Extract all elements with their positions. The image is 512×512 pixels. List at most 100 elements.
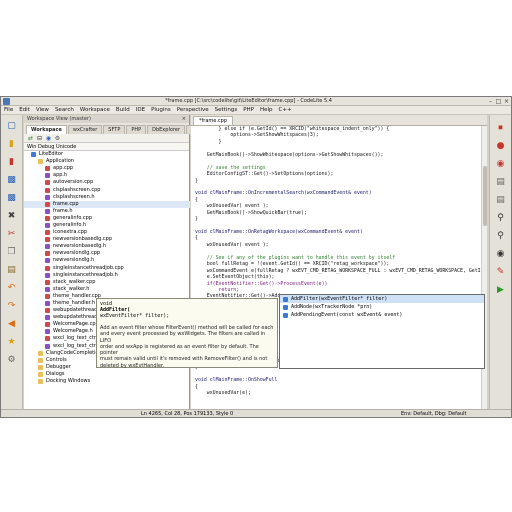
file-icon [45,166,50,172]
method-icon [283,296,288,302]
tree-item-label: clsplashscreen.h [53,193,95,200]
run-icon[interactable]: ▶ [494,283,508,297]
pane-close-icon[interactable]: × [182,115,186,123]
tree-item-label: Application [46,158,74,165]
right-toolbar: ⏹ ● ◉ ▤ ▤ ⚲ ⚲ ◉ ✎ ▶ [489,115,511,409]
tree-item[interactable]: singleinstancethreadjob.h [24,272,190,279]
copy-icon[interactable]: ❐ [5,245,19,259]
open-folder-icon[interactable]: ▮ [5,137,19,151]
tree-item-label: frame.cpp [53,200,79,207]
tree-item[interactable]: app.h [24,172,190,179]
settings-icon[interactable]: ⚙ [5,353,19,367]
menu-item-settings[interactable]: Settings [215,107,238,113]
menu-item-build[interactable]: Build [116,107,130,113]
binoculars-icon[interactable]: ◉ [494,247,508,261]
tree-item[interactable]: generalinfo.h [24,222,190,229]
tooltip-doc-line: and every event processed by wxWidgets. … [100,331,266,344]
bookmark-icon[interactable]: ★ [5,335,19,349]
cut-icon[interactable]: ✂ [5,227,19,241]
file-icon [45,322,50,328]
left-toolbar: ▢ ▮ ▮ ▩ ▩ ✖ ✂ ❐ ▤ ↶ ↷ ◀ ★ ⚙ [1,115,23,409]
highlight-icon[interactable]: ✎ [494,265,508,279]
tree-item[interactable]: newversiondlg.h [24,257,190,264]
autocomplete-item[interactable]: AddPendingEvent(const wxEvent& event) [280,311,484,319]
close-icon[interactable]: × [503,98,510,105]
tree-item[interactable]: singleinstancethreadjob.cpp [24,265,190,272]
menu-item-ide[interactable]: IDE [136,107,145,113]
method-icon [283,304,288,310]
build-icon[interactable]: ▤ [494,175,508,189]
link-editor-icon[interactable]: ⇄ [27,135,34,142]
autocomplete-item[interactable]: AddNode(wxTrackerNode *prn) [280,303,484,311]
tab-workspace[interactable]: Workspace [26,125,67,134]
redo-icon[interactable]: ↷ [5,299,19,313]
tree-item[interactable]: stack_walker.cpp [24,279,190,286]
tree-item[interactable]: frame.h [24,208,190,215]
collapse-icon[interactable]: ⊟ [36,135,43,142]
new-file-icon[interactable]: ▢ [5,119,19,133]
tab-frame-cpp[interactable]: *frame.cpp [193,116,234,125]
tab-wxcrafter[interactable]: wxCrafter [67,125,103,134]
tree-item-label: generalinfo.cpp [53,214,92,221]
tree-item[interactable]: Dialogs [24,371,190,378]
cursor-position: Ln 4265, Col 28, Pos 179133, Style 0 [141,411,234,417]
tree-item[interactable]: LiteEditor [24,151,190,158]
tree-item[interactable]: clsplashscreen.cpp [24,186,190,193]
autocomplete-item[interactable]: AddFilter(wxEventFilter* filter) [280,295,484,303]
tree-item[interactable]: newversionbasedlg.h [24,243,190,250]
workspace-settings-icon[interactable]: ⚙ [54,135,61,142]
scrollbar-thumb[interactable] [483,166,487,226]
tree-item[interactable]: Application [24,158,190,165]
project-icon [31,152,36,158]
find-icon[interactable]: ⚲ [494,211,508,225]
tree-item[interactable]: newversionbasedlg.cpp [24,236,190,243]
tree-item[interactable]: stack_walker.h [24,286,190,293]
stop-icon[interactable]: ⏹ [494,121,508,135]
tree-item[interactable]: frame.cpp [24,200,190,208]
save-icon[interactable]: ▩ [5,173,19,187]
tree-item[interactable]: Docking Windows [24,378,190,385]
tree-item-label: generalinfo.h [53,221,87,228]
tree-item[interactable]: iconextra.cpp [24,229,190,236]
tree-item[interactable]: generalinfo.cpp [24,215,190,222]
debug-icon[interactable]: ● [494,139,508,153]
autocomplete-label: AddNode(wxTrackerNode *prn) [291,304,373,310]
tree-item-label: WelcomePage.h [53,328,93,335]
close-file-icon[interactable]: ✖ [5,209,19,223]
maximize-icon[interactable]: □ [495,98,502,105]
menu-item-workspace[interactable]: Workspace [80,107,110,113]
tree-item-label: frame.h [53,207,73,214]
menu-item-file[interactable]: File [4,107,13,113]
undo-icon[interactable]: ↶ [5,281,19,295]
menu-item-php[interactable]: PHP [243,107,254,113]
tree-item[interactable]: clsplashscreen.h [24,194,190,201]
menu-item-view[interactable]: View [36,107,49,113]
find-resource-icon[interactable]: ⚲ [494,229,508,243]
build-config-select[interactable]: Win Debug Unicode [24,143,189,151]
paste-icon[interactable]: ▤ [5,263,19,277]
tab-php[interactable]: PHP [126,125,147,134]
menu-item-search[interactable]: Search [55,107,74,113]
tree-item[interactable]: newversiondlg.cpp [24,250,190,257]
bug-icon[interactable]: ◉ [494,157,508,171]
menu-item-help[interactable]: Help [260,107,273,113]
menu-item-edit[interactable]: Edit [19,107,30,113]
tab-sftp[interactable]: SFTP [103,125,126,134]
tab-dbexplorer[interactable]: DbExplorer [147,125,185,134]
tree-item[interactable]: autoversion.cpp [24,179,190,186]
folder-icon [38,159,43,165]
file-icon [45,301,50,307]
file-icon [45,293,50,299]
tree-item[interactable]: app.cpp [24,165,190,172]
back-icon[interactable]: ◀ [5,317,19,331]
menu-item-plugins[interactable]: Plugins [151,107,171,113]
goto-active-icon[interactable]: ◉ [45,135,52,142]
tree-item-label: theme_handler.cpp [53,292,101,299]
open-workspace-icon[interactable]: ▮ [5,155,19,169]
minimize-icon[interactable]: – [487,98,494,105]
save-all-icon[interactable]: ▩ [5,191,19,205]
clean-icon[interactable]: ▤ [494,193,508,207]
folder-icon [38,357,43,363]
menu-item-c-[interactable]: C++ [279,107,292,113]
menu-item-perspective[interactable]: Perspective [177,107,209,113]
